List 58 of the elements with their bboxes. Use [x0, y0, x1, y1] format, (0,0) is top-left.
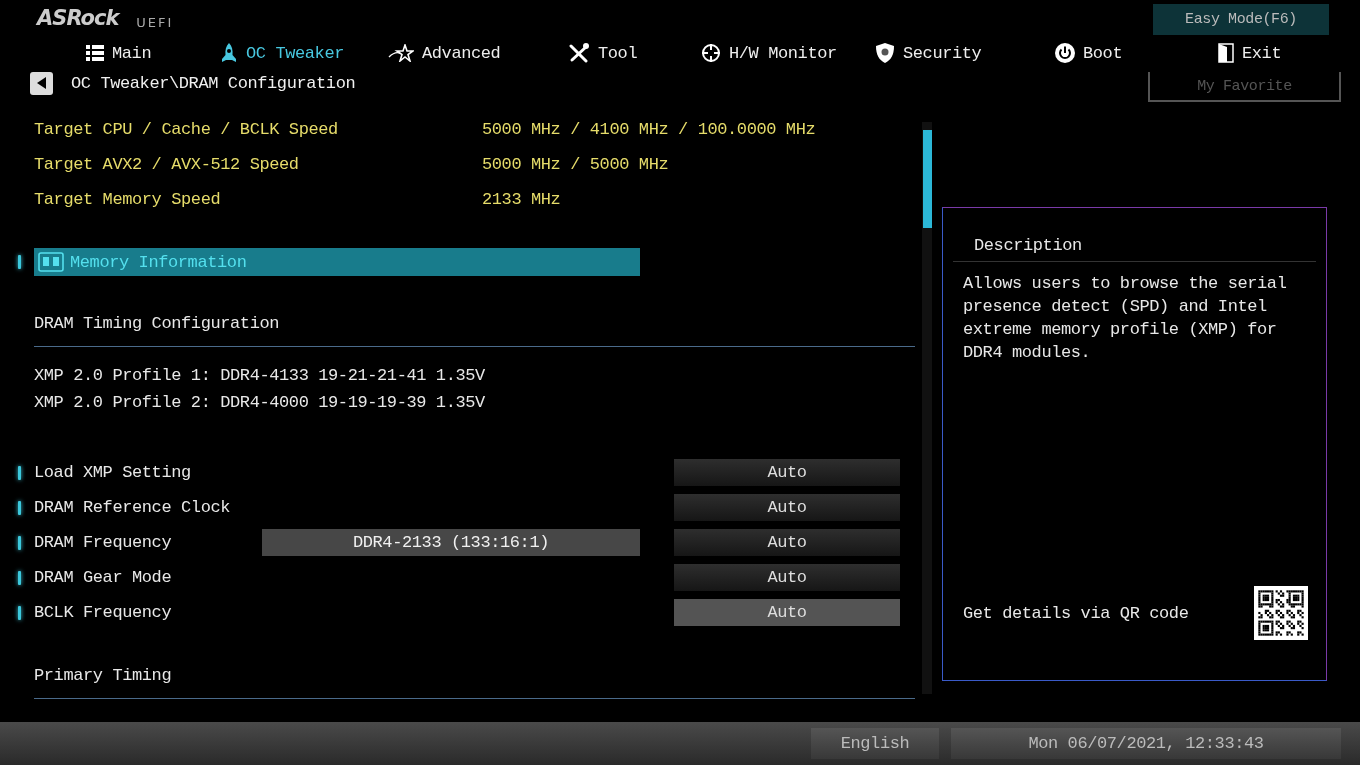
menu-tab[interactable]: Exit — [1218, 40, 1282, 66]
section-heading: DRAM Timing Configuration — [34, 313, 280, 333]
row-marker — [18, 255, 21, 269]
current-value: DDR4-2133 (133:16:1) — [262, 529, 640, 556]
star-icon — [388, 44, 414, 62]
scroll-thumb[interactable] — [922, 130, 932, 228]
qr-caption: Get details via QR code — [963, 603, 1189, 623]
language-button[interactable]: English — [811, 728, 939, 759]
info-value: 5000 MHz / 5000 MHz — [482, 155, 669, 174]
brand-logo: ASRock — [37, 6, 119, 30]
value-button[interactable]: Auto — [674, 459, 900, 486]
menu-tab[interactable]: Tool — [568, 40, 638, 66]
info-label: Target AVX2 / AVX-512 Speed — [34, 155, 300, 174]
info-label: Target Memory Speed — [34, 190, 222, 209]
value-button[interactable]: Auto — [674, 494, 900, 521]
left-triangle-icon — [36, 77, 47, 89]
qr-code-icon — [1254, 586, 1308, 640]
back-button[interactable] — [30, 71, 53, 95]
list-icon — [86, 45, 104, 61]
section-heading: Primary Timing — [34, 665, 172, 685]
setting-label[interactable]: DRAM Reference Clock — [34, 498, 262, 517]
info-label: Target CPU / Cache / BCLK Speed — [34, 120, 339, 139]
power-icon — [1055, 43, 1075, 63]
door-icon — [1218, 43, 1234, 63]
row-marker — [18, 535, 21, 550]
logo-subtitle: UEFI — [136, 15, 174, 30]
description-title: Description — [974, 236, 1082, 255]
tools-icon — [568, 43, 590, 63]
profile-text: XMP 2.0 Profile 1: DDR4-4133 19-21-21-41 1.35V — [34, 366, 485, 385]
info-value: 5000 MHz / 4100 MHz / 100.0000 MHz — [482, 120, 816, 139]
row-marker — [18, 570, 21, 585]
row-marker — [18, 465, 21, 480]
info-value: 2133 MHz — [482, 190, 561, 209]
date-time: Mon 06/07/2021, 12:33:43 — [951, 728, 1341, 759]
menu-tab[interactable]: Advanced — [388, 40, 501, 66]
menu-tab[interactable]: OC Tweaker — [220, 40, 345, 66]
setting-label[interactable]: BCLK Frequency — [34, 603, 262, 622]
row-marker — [18, 500, 21, 515]
value-button[interactable]: Auto — [674, 599, 900, 626]
value-button[interactable]: Auto — [674, 529, 900, 556]
menu-tab[interactable]: Main — [86, 40, 152, 66]
rocket-icon — [220, 43, 238, 63]
menu-tab[interactable]: Boot — [1055, 40, 1123, 66]
profile-text: XMP 2.0 Profile 2: DDR4-4000 19-19-19-39 1.35V — [34, 393, 485, 412]
easy-mode-button[interactable]: Easy Mode(F6) — [1153, 4, 1329, 35]
setting-label[interactable]: DRAM Gear Mode — [34, 568, 262, 587]
book-icon — [38, 252, 64, 272]
row-marker — [18, 605, 21, 620]
description-text: Allows users to browse the serial presence detect (SPD) and Intel extreme memory profile (XMP) for DDR4 modules. — [963, 273, 1288, 364]
scrollbar[interactable] — [922, 122, 932, 694]
setting-label[interactable]: Load XMP Setting — [34, 463, 262, 482]
menu-tab[interactable]: Security — [875, 40, 982, 66]
menu-tab[interactable]: H/W Monitor — [701, 40, 837, 66]
value-button[interactable]: Auto — [674, 564, 900, 591]
crosshair-icon — [701, 43, 721, 63]
badge-icon — [875, 43, 895, 63]
breadcrumb: OC Tweaker\DRAM Configuration — [71, 73, 356, 93]
setting-label[interactable]: DRAM Frequency — [34, 533, 262, 552]
